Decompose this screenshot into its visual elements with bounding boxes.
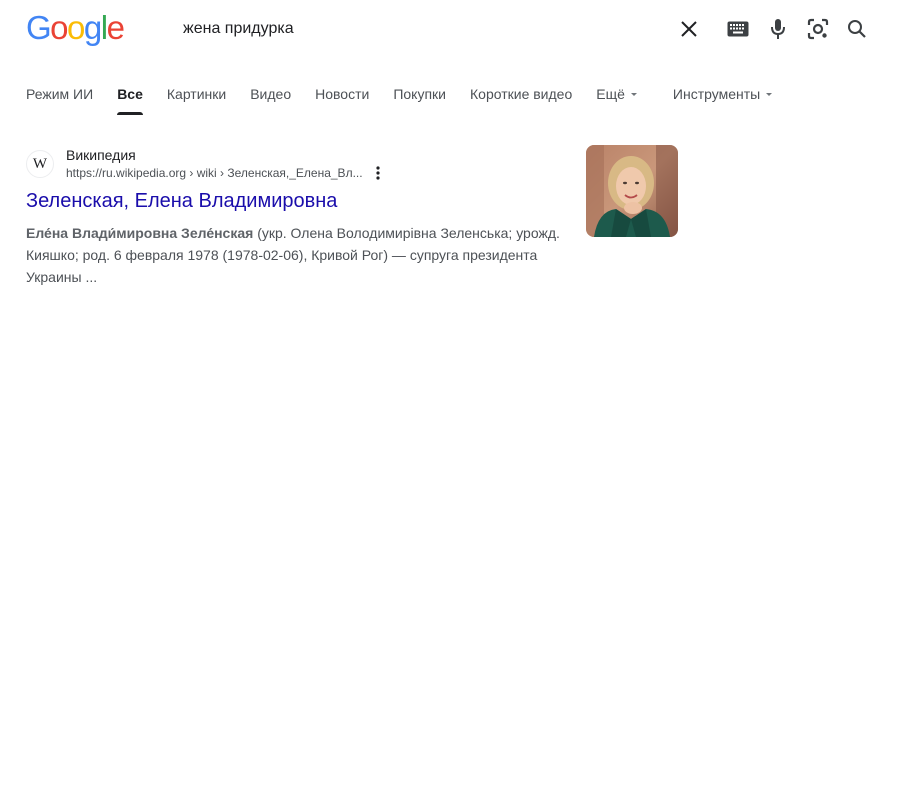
woman-portrait-thumbnail [586, 145, 678, 237]
caret-down-icon [630, 93, 637, 96]
tab-news[interactable]: Новости [315, 84, 369, 116]
tab-shopping[interactable]: Покупки [393, 84, 446, 116]
snippet-bold: Еле́на Влади́мировна Зеле́нская [26, 225, 254, 241]
tab-more[interactable]: Ещё [596, 84, 637, 116]
result-title-link[interactable]: Зеленская, Елена Владимировна [26, 188, 571, 214]
search-result: W Википедия https://ru.wikipedia.org › w… [26, 146, 571, 288]
result-url: https://ru.wikipedia.org › wiki › Зеленс… [66, 166, 363, 180]
tab-label: Ещё [596, 86, 625, 102]
keyboard-icon[interactable] [726, 17, 750, 41]
tab-label: Новости [315, 86, 370, 102]
logo-letter: e [106, 9, 125, 46]
tab-ai-mode[interactable]: Режим ИИ [26, 84, 93, 116]
tab-label: Все [117, 86, 143, 102]
search-input[interactable] [183, 19, 643, 39]
tab-videos[interactable]: Видео [250, 84, 291, 116]
tools-label: Инструменты [672, 86, 761, 102]
tab-label: Видео [250, 86, 292, 102]
source-text: Википедия https://ru.wikipedia.org › wik… [66, 146, 385, 182]
result-source[interactable]: W Википедия https://ru.wikipedia.org › w… [26, 146, 571, 182]
tab-short-videos[interactable]: Короткие видео [470, 84, 572, 116]
result-thumbnail[interactable] [586, 145, 678, 237]
google-logo[interactable]: G o o g l e [26, 9, 125, 46]
search-icon[interactable] [845, 17, 869, 41]
site-name: Википедия [66, 147, 136, 163]
url-line: https://ru.wikipedia.org › wiki › Зеленс… [66, 164, 385, 182]
logo-letter: o [50, 9, 68, 46]
tab-all[interactable]: Все [117, 84, 143, 116]
tools-button[interactable]: Инструменты [672, 84, 773, 116]
tab-label: Картинки [166, 86, 227, 102]
more-options-icon[interactable] [371, 164, 385, 182]
caret-down-icon [766, 93, 773, 96]
search-tabs: Режим ИИ Все Картинки Видео Новости Поку… [26, 84, 796, 116]
logo-letter: o [67, 9, 85, 46]
tab-label: Покупки [393, 86, 446, 102]
tab-label: Режим ИИ [26, 86, 94, 102]
clear-icon[interactable] [677, 17, 701, 41]
tab-images[interactable]: Картинки [167, 84, 226, 116]
result-snippet: Еле́на Влади́мировна Зеле́нская (укр. Ол… [26, 222, 571, 288]
tab-label: Короткие видео [470, 86, 573, 102]
logo-letter: g [83, 9, 102, 46]
logo-letter: G [26, 9, 52, 46]
lens-icon[interactable] [806, 17, 830, 41]
wikipedia-favicon-icon: W [26, 150, 54, 178]
microphone-icon[interactable] [766, 17, 790, 41]
